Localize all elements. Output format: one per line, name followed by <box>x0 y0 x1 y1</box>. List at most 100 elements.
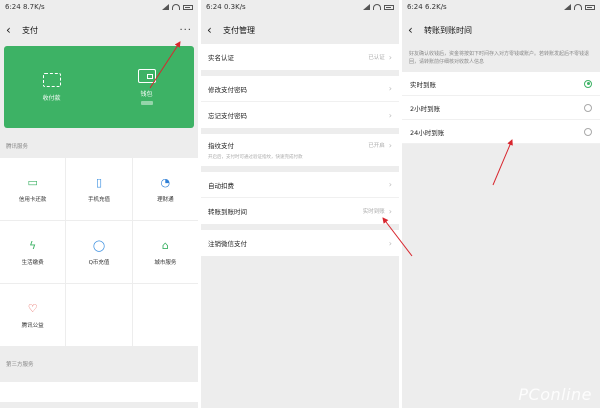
lightning-icon: ϟ <box>29 238 37 252</box>
section-title-third-party: 第三方服务 <box>6 362 34 368</box>
payment-card: 收付款 钱包 <box>4 46 194 128</box>
row-label: 指纹支付 <box>208 142 234 150</box>
row-label: 转账到账时间 <box>208 208 247 216</box>
wifi-icon <box>172 4 180 10</box>
signal-icon <box>564 4 571 10</box>
chevron-right-icon: › <box>388 84 392 93</box>
row-value: 实时到账 <box>362 209 385 215</box>
option-label: 24小时到账 <box>410 128 445 137</box>
row-value: 已开启 <box>368 143 385 149</box>
services-grid: ▭ 信用卡还款 ▯ 手机充值 ◔ 理财通 ϟ 生活缴费 ◯ Q币充值 ⌂ 城市服… <box>0 158 198 346</box>
row-forgot-password[interactable]: 忘记支付密码 › <box>201 102 399 128</box>
chevron-right-icon: › <box>388 140 392 150</box>
chevron-right-icon: › <box>388 110 392 120</box>
option-realtime[interactable]: 实时到账 <box>402 72 600 96</box>
third-party-grid <box>0 382 198 402</box>
radio-icon[interactable] <box>584 103 592 112</box>
wallet-button[interactable]: 钱包 <box>99 46 194 128</box>
row-label: 实名认证 <box>208 54 234 62</box>
service-credit-card[interactable]: ▭ 信用卡还款 <box>0 158 66 220</box>
row-label: 自动扣费 <box>208 181 234 190</box>
status-bar: 6:24 8.7K/s <box>0 0 198 14</box>
settings-group: 修改支付密码 › 忘记支付密码 › <box>201 76 399 128</box>
row-change-password[interactable]: 修改支付密码 › <box>201 76 399 102</box>
page-title: 支付管理 <box>223 25 255 35</box>
service-label: 理财通 <box>157 197 174 203</box>
back-icon[interactable]: ‹ <box>207 23 221 37</box>
signal-icon <box>363 4 370 10</box>
phone-icon: ▯ <box>95 175 103 189</box>
status-bar: 6:24 6.2K/s <box>402 0 600 14</box>
service-qcoin[interactable]: ◯ Q币充值 <box>66 221 132 283</box>
service-charity[interactable]: ♡ 腾讯公益 <box>0 284 66 346</box>
chevron-right-icon: › <box>388 206 392 216</box>
row-label: 修改支付密码 <box>208 85 247 94</box>
network-speed: 8.7K/s <box>22 3 45 11</box>
row-auto-deduct[interactable]: 自动扣费 › <box>201 172 399 198</box>
heart-icon: ♡ <box>27 301 38 315</box>
wallet-label: 钱包 <box>140 91 153 98</box>
status-time: 6:24 <box>5 3 21 11</box>
city-icon: ⌂ <box>161 238 169 252</box>
grid-empty-cell <box>66 284 132 346</box>
service-label: Q币充值 <box>88 260 110 266</box>
battery-icon <box>585 4 595 10</box>
nav-bar: ‹ 支付 ··· <box>0 14 198 46</box>
settings-group: 注销微信支付 › <box>201 230 399 256</box>
service-utilities[interactable]: ϟ 生活缴费 <box>0 221 66 283</box>
status-time: 6:24 <box>407 3 423 11</box>
row-transfer-time[interactable]: 转账到账时间 实时到账 › <box>201 198 399 224</box>
radio-icon[interactable] <box>584 127 592 136</box>
scan-icon <box>42 72 61 87</box>
chevron-right-icon: › <box>388 52 392 62</box>
network-speed: 0.3K/s <box>223 3 246 11</box>
wifi-icon <box>574 4 582 10</box>
payment-management-panel: 6:24 0.3K/s ‹ 支付管理 实名认证 已认证 › 修改支付密码 › 忘… <box>201 0 399 408</box>
back-icon[interactable]: ‹ <box>6 23 20 37</box>
service-label: 生活缴费 <box>21 260 44 266</box>
row-fingerprint[interactable]: 指纹支付 已开启 › 开启后，支付时可通过验证指纹，快速完成付款 <box>201 134 399 166</box>
status-bar: 6:24 0.3K/s <box>201 0 399 14</box>
more-icon[interactable]: ··· <box>179 25 192 36</box>
wifi-icon <box>373 4 381 10</box>
row-realname[interactable]: 实名认证 已认证 › <box>201 44 399 70</box>
network-speed: 6.2K/s <box>424 3 447 11</box>
nav-bar: ‹ 转账到账时间 <box>402 14 600 46</box>
qq-icon: ◯ <box>92 238 106 252</box>
watermark-logo: PConline <box>518 385 592 404</box>
radio-selected-icon[interactable] <box>584 79 592 88</box>
transfer-options: 实时到账 2小时到账 24小时到账 <box>402 72 600 144</box>
page-title: 支付 <box>22 25 38 35</box>
row-label: 忘记支付密码 <box>208 112 247 120</box>
row-cancel-wechat-pay[interactable]: 注销微信支付 › <box>201 230 399 256</box>
nav-bar: ‹ 支付管理 <box>201 14 399 46</box>
chevron-right-icon: › <box>388 238 392 248</box>
back-icon[interactable]: ‹ <box>408 23 422 37</box>
service-phone-recharge[interactable]: ▯ 手机充值 <box>66 158 132 220</box>
service-wealth[interactable]: ◔ 理财通 <box>132 158 198 220</box>
status-time: 6:24 <box>206 3 222 11</box>
option-24-hours[interactable]: 24小时到账 <box>402 120 600 144</box>
service-label: 信用卡还款 <box>18 197 47 203</box>
service-label: 腾讯公益 <box>21 323 44 329</box>
service-city[interactable]: ⌂ 城市服务 <box>132 221 198 283</box>
settings-group: 自动扣费 › 转账到账时间 实时到账 › <box>201 172 399 224</box>
payment-panel: 6:24 8.7K/s ‹ 支付 ··· 收付款 钱包 腾讯服务 ▭ 信用卡还款… <box>0 0 198 408</box>
wallet-icon <box>137 69 156 83</box>
receive-pay-button[interactable]: 收付款 <box>4 46 99 128</box>
service-label: 手机充值 <box>87 197 110 203</box>
credit-card-icon: ▭ <box>27 175 38 189</box>
service-label: 城市服务 <box>154 260 177 266</box>
transfer-time-panel: 6:24 6.2K/s ‹ 转账到账时间 好友确认收钱后，资金将按如下时间存入对… <box>402 0 600 408</box>
option-label: 实时到账 <box>410 80 436 89</box>
section-title-tencent: 腾讯服务 <box>6 144 29 150</box>
transfer-hint: 好友确认收钱后，资金将按如下时间存入对方零钱或账户。若转账发起后不零钱退回，请转… <box>409 51 590 65</box>
battery-icon <box>384 4 394 10</box>
option-label: 2小时到账 <box>410 104 441 113</box>
signal-icon <box>162 4 169 10</box>
wealth-icon: ◔ <box>160 175 171 189</box>
settings-group: 实名认证 已认证 › <box>201 44 399 70</box>
option-2-hours[interactable]: 2小时到账 <box>402 96 600 120</box>
row-label: 注销微信支付 <box>208 240 247 248</box>
receive-pay-label: 收付款 <box>42 94 61 102</box>
